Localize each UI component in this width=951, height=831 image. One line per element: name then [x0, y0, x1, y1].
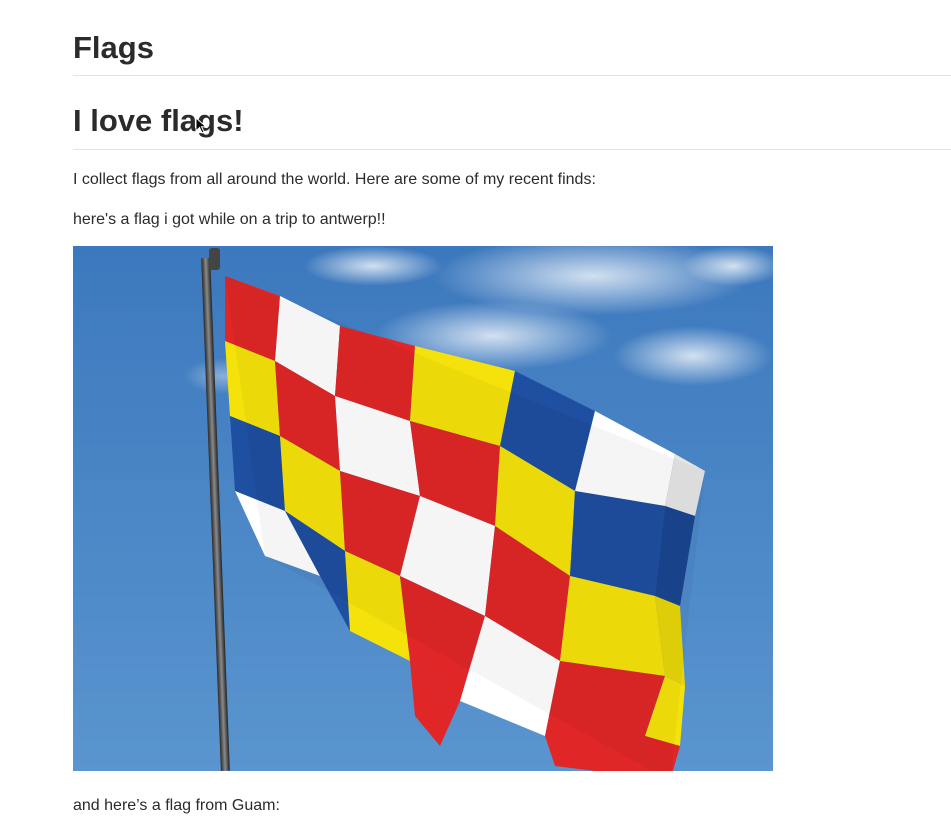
site-title[interactable]: Flags: [73, 30, 154, 66]
flag-caption-antwerp: here's a flag i got while on a trip to a…: [73, 211, 386, 228]
title-divider: [73, 149, 951, 150]
intro-text: I collect flags from all around the worl…: [73, 171, 596, 188]
flag-caption-guam: and here’s a flag from Guam:: [73, 797, 280, 814]
post-title: I love flags!: [73, 103, 244, 138]
antwerp-flag-image: [73, 246, 773, 771]
header-divider: [73, 75, 951, 76]
